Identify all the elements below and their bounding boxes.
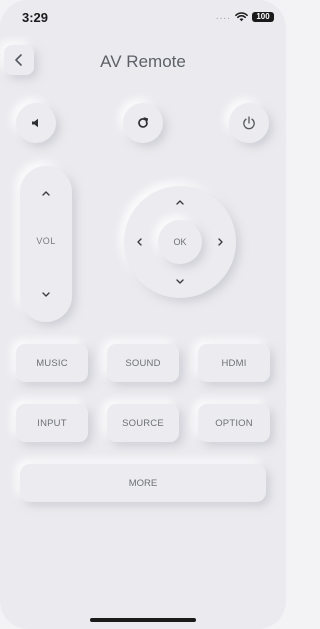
signal-icon: .... [215,11,231,22]
page-title: AV Remote [100,52,186,71]
option-button[interactable]: OPTION [198,404,270,442]
ok-button[interactable]: OK [158,220,202,264]
direction-pad: OK [124,186,236,298]
dpad-down-button[interactable] [169,271,191,293]
source-button[interactable]: SOURCE [107,404,179,442]
hdmi-button[interactable]: HDMI [198,344,270,382]
status-bar: 3:29 .... 100 [0,0,286,34]
refresh-button[interactable] [123,103,163,143]
status-time: 3:29 [22,10,49,25]
volume-down-button[interactable] [20,278,72,312]
status-icons: .... 100 [216,11,274,22]
power-icon [241,115,257,131]
input-button[interactable]: INPUT [16,404,88,442]
power-button[interactable] [229,103,269,143]
dpad-up-button[interactable] [169,191,191,213]
chevron-up-icon [175,198,185,206]
more-button[interactable]: MORE [20,464,266,502]
volume-up-button[interactable] [20,176,72,210]
chevron-left-icon [135,237,143,247]
remote-screen: 3:29 .... 100 AV Remote VOL OK MUSIC SOU… [0,0,286,629]
mute-button[interactable] [16,103,56,143]
volume-control: VOL [20,166,72,322]
refresh-icon [136,116,150,130]
music-button[interactable]: MUSIC [16,344,88,382]
chevron-down-icon [175,278,185,286]
chevron-up-icon [41,189,51,197]
dpad-right-button[interactable] [210,231,232,253]
dpad-left-button[interactable] [128,231,150,253]
wifi-icon [235,11,248,22]
chevron-right-icon [217,237,225,247]
battery-indicator: 100 [252,11,274,22]
sound-button[interactable]: SOUND [107,344,179,382]
home-indicator[interactable] [90,618,196,622]
volume-label: VOL [36,236,56,246]
speaker-icon [30,117,42,129]
chevron-down-icon [41,291,51,299]
